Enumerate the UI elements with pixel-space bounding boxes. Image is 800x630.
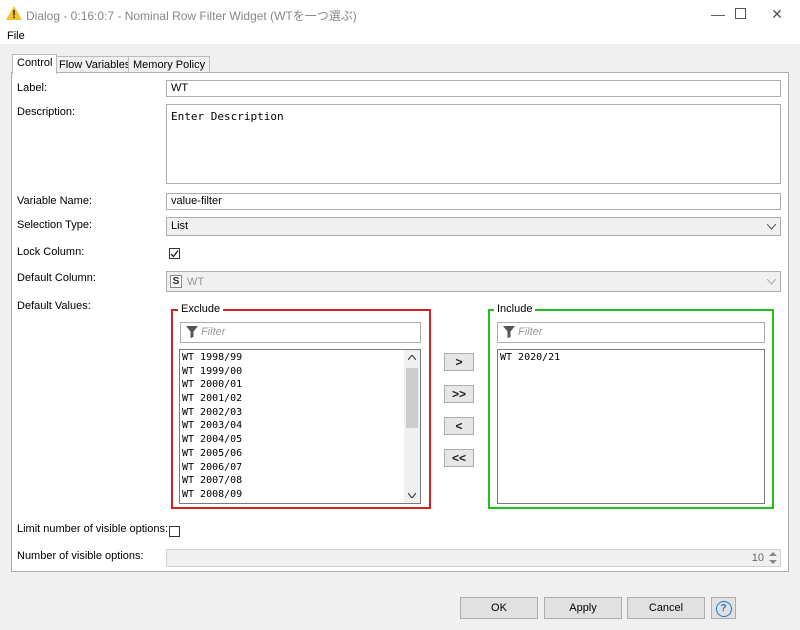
scroll-down-icon[interactable] xyxy=(408,493,416,498)
variable-name-label: Variable Name: xyxy=(17,195,92,207)
default-column-label: Default Column: xyxy=(17,272,96,284)
exclude-title: Exclude xyxy=(178,303,224,315)
tab-flow-variables[interactable]: Flow Variables xyxy=(54,56,136,73)
exclude-filter-input[interactable]: Filter xyxy=(180,322,421,343)
lock-column-label: Lock Column: xyxy=(17,246,85,258)
window-title: Dialog - 0:16:0:7 - Nominal Row Filter W… xyxy=(26,9,357,23)
lock-column-checkbox[interactable] xyxy=(169,248,180,259)
filter-icon xyxy=(186,326,198,338)
menu-bar xyxy=(0,28,800,44)
ok-button[interactable]: OK xyxy=(460,597,538,619)
menu-file[interactable]: File xyxy=(7,30,25,42)
list-item[interactable]: WT 2020/21 xyxy=(498,351,764,365)
exclude-list[interactable]: WT 1998/99 WT 1999/00 WT 2000/01 WT 2001… xyxy=(179,349,421,504)
list-item[interactable]: WT 2002/03 xyxy=(180,406,404,420)
check-icon xyxy=(170,250,179,258)
description-textarea[interactable]: Enter Description xyxy=(166,104,781,184)
include-filter-placeholder: Filter xyxy=(518,326,543,338)
chevron-down-icon xyxy=(767,279,776,285)
list-item[interactable]: WT 2003/04 xyxy=(180,419,404,433)
scrollbar-thumb[interactable] xyxy=(406,368,418,428)
exclude-scrollbar[interactable] xyxy=(404,350,420,503)
limit-visible-checkbox[interactable] xyxy=(169,526,180,537)
list-item[interactable]: WT 2000/01 xyxy=(180,378,404,392)
list-item[interactable]: WT 1999/00 xyxy=(180,365,404,379)
list-item[interactable]: WT 2001/02 xyxy=(180,392,404,406)
variable-name-input[interactable]: value-filter xyxy=(166,193,781,210)
add-all-button[interactable]: >> xyxy=(444,385,474,403)
selection-type-value: List xyxy=(171,220,189,232)
close-button[interactable]: ✕ xyxy=(754,0,800,28)
include-filter-input[interactable]: Filter xyxy=(497,322,765,343)
default-column-value: WT xyxy=(187,276,205,288)
warning-icon xyxy=(6,6,22,20)
add-button[interactable]: > xyxy=(444,353,474,371)
help-icon: ? xyxy=(715,601,732,617)
cancel-button[interactable]: Cancel xyxy=(627,597,705,619)
list-item[interactable]: WT 2004/05 xyxy=(180,433,404,447)
limit-visible-label: Limit number of visible options: xyxy=(17,523,169,535)
default-column-select[interactable]: S WT xyxy=(166,271,781,292)
list-item[interactable]: WT 2008/09 xyxy=(180,488,404,502)
help-button[interactable]: ? xyxy=(711,597,736,619)
spinner-arrows-icon[interactable] xyxy=(769,552,777,564)
string-type-icon: S xyxy=(170,275,182,288)
tab-memory-policy[interactable]: Memory Policy xyxy=(128,56,211,73)
chevron-down-icon xyxy=(767,224,776,230)
tab-control[interactable]: Control xyxy=(12,54,58,74)
include-title: Include xyxy=(494,303,536,315)
num-visible-label: Number of visible options: xyxy=(17,550,144,562)
label-input[interactable]: WT xyxy=(166,80,781,97)
list-item[interactable]: WT 2005/06 xyxy=(180,447,404,461)
list-item[interactable]: WT 2006/07 xyxy=(180,461,404,475)
apply-button[interactable]: Apply xyxy=(544,597,622,619)
exclude-filter-placeholder: Filter xyxy=(201,326,226,338)
scroll-up-icon[interactable] xyxy=(408,355,416,360)
selection-type-label: Selection Type: xyxy=(17,219,93,231)
filter-icon xyxy=(503,326,515,338)
remove-button[interactable]: < xyxy=(444,417,474,435)
num-visible-value: 10 xyxy=(751,552,764,564)
selection-type-select[interactable]: List xyxy=(166,217,781,236)
default-values-label: Default Values: xyxy=(17,300,91,312)
include-list[interactable]: WT 2020/21 xyxy=(497,349,765,504)
label-label: Label: xyxy=(17,82,47,94)
list-item[interactable]: WT 1998/99 xyxy=(180,351,404,365)
num-visible-spinner[interactable]: 10 xyxy=(166,549,781,567)
remove-all-button[interactable]: << xyxy=(444,449,474,467)
description-label: Description: xyxy=(17,106,76,118)
list-item[interactable]: WT 2007/08 xyxy=(180,474,404,488)
